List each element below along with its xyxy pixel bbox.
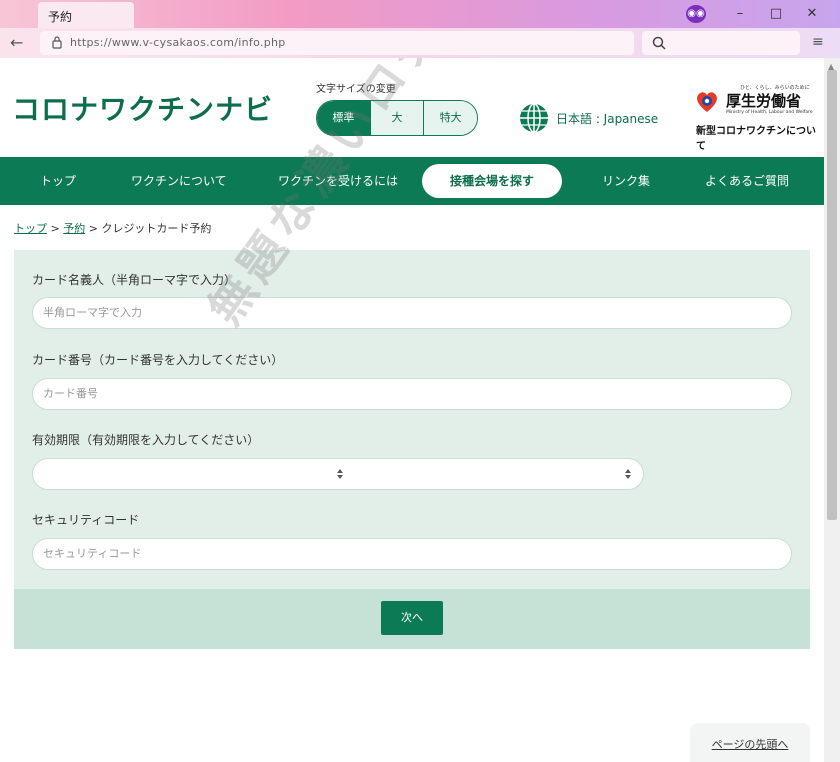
form-submit-bar: 次へ	[14, 589, 810, 649]
credit-card-form: カード名義人（半角ローマ字で入力） 半角ローマ字で入力 カード番号（カード番号を…	[14, 250, 810, 589]
card-number-input[interactable]: カード番号	[32, 378, 792, 410]
url-text: https://www.v-cysakaos.com/info.php	[70, 36, 286, 49]
font-size-large-button[interactable]: 大	[370, 101, 425, 135]
main-navigation: トップ ワクチンについて ワクチンを受けるには 接種会場を探す リンク集 よくあ…	[0, 157, 824, 205]
site-logo[interactable]: コロナワクチンナビ	[12, 88, 273, 128]
breadcrumb-current: クレジットカード予約	[101, 222, 212, 235]
nav-item-about-vaccine[interactable]: ワクチンについて	[131, 157, 227, 205]
font-size-label: 文字サイズの変更	[316, 84, 396, 95]
expiry-date-select[interactable]	[32, 458, 644, 490]
minimize-button[interactable]: –	[730, 4, 750, 24]
breadcrumb: トップ > 予約 > クレジットカード予約	[14, 220, 211, 236]
browser-search-box[interactable]	[642, 31, 800, 55]
hamburger-menu-icon[interactable]: ≡	[812, 35, 828, 49]
browser-titlebar: 予約 ◉◉ – □ ✕	[0, 0, 840, 28]
font-size-standard-button[interactable]: 標準	[317, 101, 371, 135]
mhlw-subtitle: 新型コロナワクチンについて	[696, 126, 816, 152]
breadcrumb-separator: >	[50, 222, 60, 235]
select-arrows-icon	[625, 469, 631, 479]
mhlw-logo-icon	[697, 92, 717, 112]
globe-icon[interactable]	[519, 103, 549, 133]
security-code-input[interactable]: セキュリティコード	[32, 538, 792, 570]
address-bar[interactable]: https://www.v-cysakaos.com/info.php	[40, 31, 634, 55]
font-size-switcher: 標準 大 特大	[316, 100, 478, 136]
close-button[interactable]: ✕	[802, 4, 822, 24]
back-arrow-icon[interactable]: ←	[10, 33, 30, 53]
mhlw-name[interactable]: 厚生労働省	[726, 90, 801, 111]
nav-item-faq[interactable]: よくあるご質問	[705, 157, 789, 205]
nav-item-links[interactable]: リンク集	[602, 157, 650, 205]
select-arrows-icon	[337, 469, 343, 479]
cardholder-name-label: カード名義人（半角ローマ字で入力）	[32, 273, 237, 287]
nav-item-top[interactable]: トップ	[40, 157, 76, 205]
mhlw-english-name: Ministry of Health, Labour and Welfare	[726, 110, 813, 115]
nav-item-find-venue[interactable]: 接種会場を探す	[422, 164, 563, 198]
breadcrumb-separator: >	[88, 222, 98, 235]
breadcrumb-link-reservation[interactable]: 予約	[63, 222, 85, 235]
browser-tab[interactable]: 予約	[38, 2, 134, 28]
next-button[interactable]: 次へ	[381, 601, 443, 635]
font-size-xlarge-button[interactable]: 特大	[424, 101, 477, 135]
browser-toolbar: ← https://www.v-cysakaos.com/info.php ≡	[0, 28, 840, 58]
search-icon	[652, 36, 666, 50]
tab-title: 予約	[48, 10, 73, 24]
back-to-top-link[interactable]: ページの先頭へ	[690, 723, 810, 762]
scrollbar-thumb[interactable]	[827, 70, 837, 520]
breadcrumb-link-top[interactable]: トップ	[14, 222, 47, 235]
language-selector[interactable]: 日本語 : Japanese	[556, 110, 658, 127]
extension-mask-icon[interactable]: ◉◉	[686, 5, 706, 23]
expiry-date-label: 有効期限（有効期限を入力してください）	[32, 433, 260, 447]
card-number-label: カード番号（カード番号を入力してください）	[32, 353, 284, 367]
nav-item-how-to-get-vaccine[interactable]: ワクチンを受けるには	[278, 157, 398, 205]
cardholder-name-input[interactable]: 半角ローマ字で入力	[32, 297, 792, 329]
page-viewport: コロナワクチンナビ 文字サイズの変更 標準 大 特大 日本語 : Japanes…	[0, 58, 824, 762]
lock-icon	[52, 36, 62, 49]
maximize-button[interactable]: □	[766, 4, 786, 24]
security-code-label: セキュリティコード	[32, 513, 140, 527]
vertical-scrollbar[interactable]: ▲	[824, 58, 840, 762]
